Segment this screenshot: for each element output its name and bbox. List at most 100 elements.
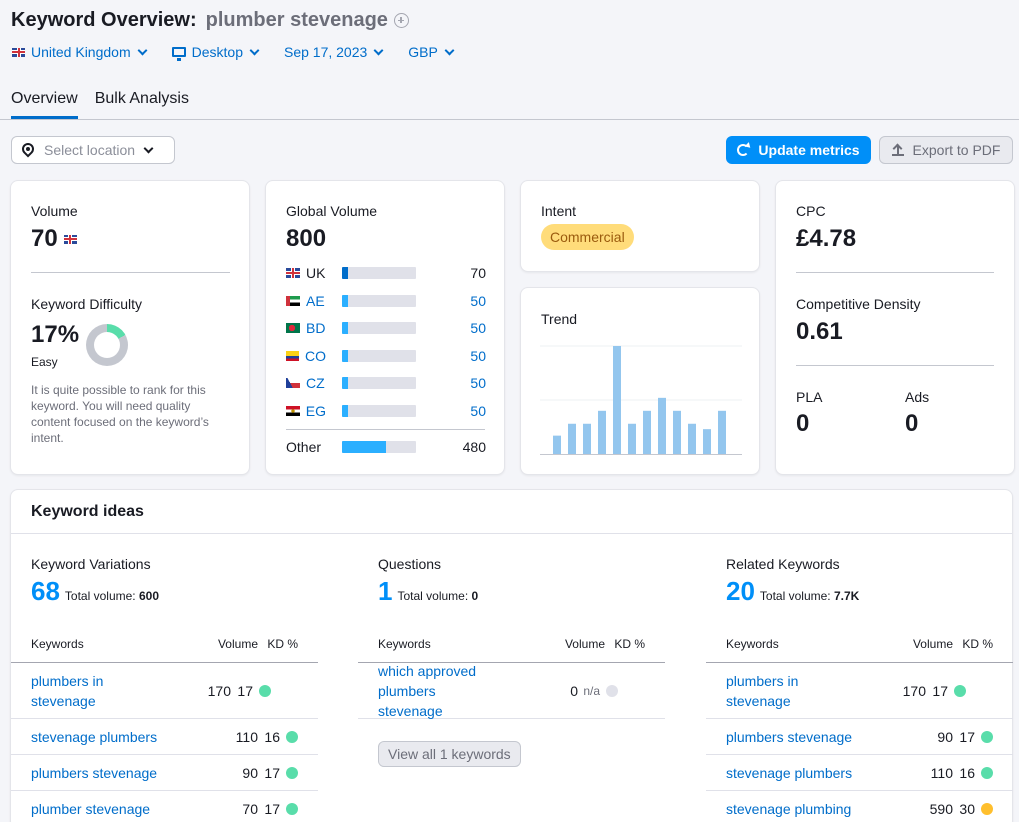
kd-indicator-dot (286, 802, 298, 815)
ads-label: Ads (905, 389, 930, 405)
volume-value: 70 (31, 225, 58, 252)
flag-ae-icon (286, 295, 300, 306)
export-pdf-button[interactable]: Export to PDF (879, 136, 1013, 164)
gv-country[interactable]: AE (286, 293, 326, 309)
total-volume: Total volume: 0 (397, 589, 478, 603)
kd-value: 16 (264, 728, 280, 745)
gv-country-code: CZ (306, 375, 325, 391)
keyword-kd: 30 (953, 801, 1013, 817)
divider (796, 365, 994, 366)
trend-bar[interactable] (613, 346, 621, 454)
trend-chart (540, 345, 742, 455)
keyword-link[interactable]: plumbers in stevenage (706, 671, 846, 711)
tab-bulk-analysis[interactable]: Bulk Analysis (95, 90, 189, 119)
trend-bar[interactable] (643, 410, 651, 454)
section-summary: 1 Total volume: 0 (378, 576, 665, 607)
section-title: Questions (378, 556, 442, 572)
date-dropdown[interactable]: Sep 17, 2023 (284, 44, 384, 60)
location-select[interactable]: Select location (11, 136, 175, 164)
gv-value[interactable]: 50 (416, 348, 486, 364)
gv-country[interactable]: CO (286, 348, 326, 364)
update-metrics-button[interactable]: Update metrics (726, 136, 871, 164)
volume-kd-card: Volume 70 Keyword Difficulty 17% Easy It… (10, 180, 250, 475)
kd-indicator-dot (606, 684, 618, 697)
trend-bar[interactable] (688, 423, 696, 454)
country-dropdown[interactable]: United Kingdom (12, 44, 148, 60)
total-volume: Total volume: 7.7K (760, 589, 859, 603)
kd-level: Easy (31, 355, 58, 369)
ads-value: 0 (905, 410, 919, 437)
trend-card: Trend (520, 287, 760, 475)
device-dropdown[interactable]: Desktop (171, 44, 260, 61)
gv-value[interactable]: 50 (416, 375, 486, 391)
keyword-link[interactable]: plumbers in stevenage (11, 671, 151, 711)
section-count[interactable]: 68 (31, 576, 60, 607)
keyword-kd: 17 (231, 683, 291, 699)
tab-overview[interactable]: Overview (11, 90, 78, 119)
kd-indicator-dot (954, 684, 966, 697)
section-count[interactable]: 20 (726, 576, 755, 607)
keyword-ideas-title: Keyword ideas (11, 490, 1012, 534)
gv-bar (342, 441, 416, 453)
export-pdf-label: Export to PDF (912, 142, 1001, 158)
gv-value[interactable]: 50 (416, 320, 486, 336)
table-row: plumbers stevenage 90 17 (706, 719, 1013, 755)
currency-dropdown[interactable]: GBP (408, 44, 455, 60)
total-volume-label: Total volume: (64, 589, 136, 603)
gv-row-other: Other 480 (286, 437, 486, 457)
trend-bar[interactable] (673, 410, 681, 454)
competitive-density-label: Competitive Density (796, 296, 921, 312)
intent-card: Intent Commercial (520, 180, 760, 272)
gv-bar-fill (342, 441, 387, 453)
trend-bar[interactable] (598, 410, 606, 454)
trend-bar[interactable] (628, 423, 636, 454)
kd-value: 30 (959, 800, 975, 817)
trend-bar[interactable] (658, 397, 666, 454)
gv-value[interactable]: 50 (416, 293, 486, 309)
keyword-section-questions: Questions 1 Total volume: 0 Keywords Volume K… (358, 556, 665, 767)
table-row: stevenage plumbing 590 30 (706, 791, 1013, 822)
section-count[interactable]: 1 (378, 576, 392, 607)
uk-flag-icon (63, 234, 77, 244)
device-label: Desktop (191, 44, 243, 60)
trend-bar[interactable] (718, 410, 726, 454)
column-header-volume: Volume (217, 637, 258, 651)
keyword-volume: 590 (929, 800, 953, 817)
gv-country-code: CO (305, 347, 326, 364)
flag-uk-icon (286, 268, 300, 278)
gv-value[interactable]: 50 (416, 403, 486, 419)
trend-bar[interactable] (583, 423, 591, 454)
column-header-kd: KD % (962, 637, 993, 651)
keyword-link[interactable]: stevenage plumbers (706, 763, 873, 783)
uk-flag-icon (12, 47, 25, 57)
divider (31, 272, 230, 273)
gv-country[interactable]: BD (286, 320, 326, 336)
keyword-link[interactable]: plumbers stevenage (11, 763, 178, 783)
keyword-kd: 17 (926, 683, 986, 699)
gv-country-code: AE (306, 292, 325, 309)
gv-country[interactable]: EG (286, 403, 326, 419)
keyword-link[interactable]: stevenage plumbers (11, 727, 178, 747)
add-to-list-icon[interactable] (393, 13, 409, 28)
gv-country-code: BD (306, 320, 326, 336)
keyword-link[interactable]: which approved plumbers stevenage (358, 661, 498, 721)
keyword-volume: 90 (242, 764, 258, 781)
gv-bar (342, 294, 416, 307)
location-placeholder: Select location (44, 142, 136, 158)
kd-value: 17 (932, 682, 948, 699)
table-row: plumber stevenage 70 17 (11, 791, 318, 822)
keyword-link[interactable]: stevenage plumbing (706, 799, 873, 819)
kd-indicator-dot (259, 684, 271, 697)
global-volume-label: Global Volume (286, 203, 378, 219)
trend-bar[interactable] (553, 435, 561, 454)
keyword-link[interactable]: plumber stevenage (11, 799, 178, 819)
gv-row-uk: UK 70 (286, 263, 486, 283)
currency-label: GBP (408, 44, 438, 60)
trend-bar[interactable] (703, 429, 711, 454)
keyword-volume: 170 (902, 682, 926, 699)
keyword-link[interactable]: plumbers stevenage (706, 727, 873, 747)
gv-country[interactable]: CZ (286, 375, 326, 391)
view-all-keywords-button[interactable]: View all 1 keywords (378, 741, 521, 767)
gv-other-value: 480 (462, 439, 486, 455)
trend-bar[interactable] (568, 423, 576, 454)
